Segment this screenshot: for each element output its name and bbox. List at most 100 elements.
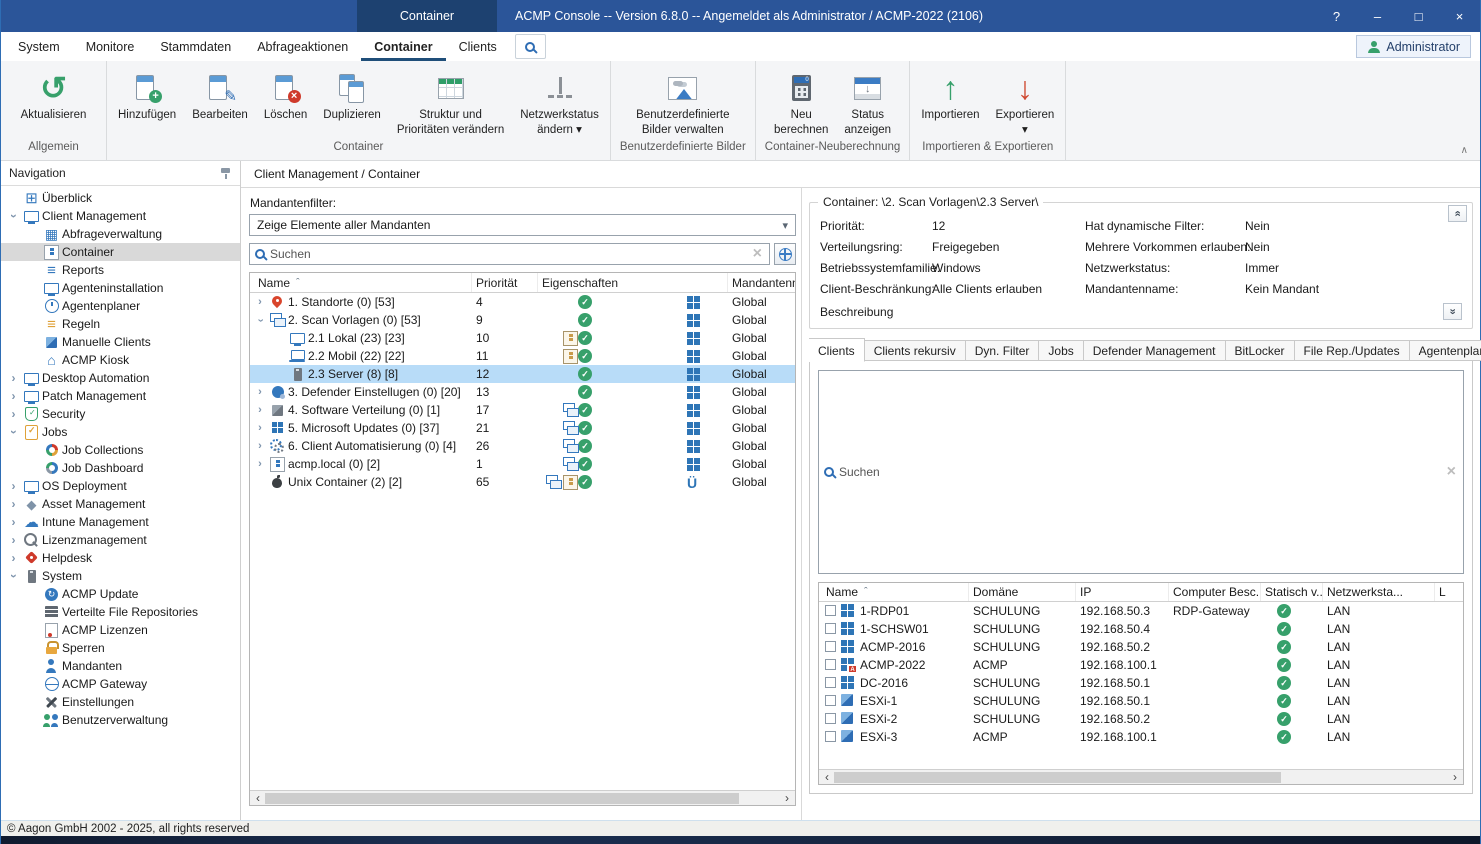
tab[interactable]: Clients [809, 338, 865, 362]
column-header-mandantenname[interactable]: Mandantenname [728, 273, 795, 292]
menu-item[interactable]: Clients [446, 32, 510, 61]
tab[interactable]: Jobs [1039, 340, 1083, 361]
sidebar-item[interactable]: ACMP Update [1, 585, 240, 603]
container-search-input[interactable] [270, 247, 751, 261]
sidebar-item[interactable]: Agenteninstallation [1, 279, 240, 297]
scrollbar-thumb[interactable] [265, 793, 739, 804]
column-header-name[interactable]: Name ˆ [819, 583, 969, 601]
sidebar-item[interactable]: ACMP Gateway [1, 675, 240, 693]
collapse-details-button[interactable]: « [1448, 205, 1467, 222]
expand-arrow-icon[interactable] [7, 570, 20, 582]
sidebar-item[interactable]: Intune Management [1, 513, 240, 531]
sidebar-item[interactable]: Reports [1, 261, 240, 279]
row-checkbox[interactable] [825, 677, 836, 688]
column-header-statisch-verwaltet[interactable]: Statisch v... [1261, 583, 1323, 601]
client-row[interactable]: A DC-2016 SCHULUNG 192.168.50.1 ✓ [819, 674, 1463, 692]
container-row[interactable]: 2.2 Mobil (22) [22] 11 ✓ [250, 347, 795, 365]
sidebar-item[interactable]: Abfrageverwaltung [1, 225, 240, 243]
row-checkbox[interactable] [825, 623, 836, 634]
pin-icon[interactable] [219, 167, 232, 180]
sidebar-item[interactable]: Benutzerverwaltung [1, 711, 240, 729]
sidebar-item[interactable]: Helpdesk [1, 549, 240, 567]
column-header-netzwerkstatus[interactable]: Netzwerksta... [1323, 583, 1435, 601]
tab[interactable]: Defender Management [1084, 340, 1226, 361]
tab[interactable]: BitLocker [1226, 340, 1295, 361]
ribbon-button[interactable]: Exportieren ▾ [988, 68, 1063, 138]
maximize-button[interactable]: □ [1398, 0, 1439, 32]
sidebar-item[interactable]: Client Management [1, 207, 240, 225]
sidebar-item[interactable]: Patch Management [1, 387, 240, 405]
container-row[interactable]: Unix Container (2) [2] 65 ✓ [250, 473, 795, 491]
tab[interactable]: Dyn. Filter [966, 340, 1040, 361]
scroll-left-icon[interactable]: ‹ [822, 771, 832, 783]
sidebar-item[interactable]: ACMP Lizenzen [1, 621, 240, 639]
tab[interactable]: File Rep./Updates [1295, 340, 1410, 361]
clients-search-input[interactable] [839, 465, 1445, 479]
container-row[interactable]: 5. Microsoft Updates (0) [37] 21 ✓ [250, 419, 795, 437]
expand-arrow-icon[interactable] [7, 426, 20, 438]
column-header-prioritaet[interactable]: Priorität [472, 273, 538, 292]
sidebar-item[interactable]: Lizenzmanagement [1, 531, 240, 549]
ribbon-collapse-chevron-icon[interactable]: ∧ [1461, 145, 1468, 156]
row-checkbox[interactable] [825, 713, 836, 724]
expand-arrow-icon[interactable] [7, 516, 20, 528]
container-row[interactable]: acmp.local (0) [2] 1 ✓ [250, 455, 795, 473]
expand-arrow-icon[interactable] [254, 441, 266, 452]
close-button[interactable]: × [1439, 0, 1480, 32]
sidebar-item[interactable]: Überblick [1, 189, 240, 207]
expand-arrow-icon[interactable] [254, 423, 266, 434]
sidebar-item[interactable]: Manuelle Clients [1, 333, 240, 351]
tab[interactable]: Agentenplaner [1410, 340, 1481, 361]
column-header-domaene[interactable]: Domäne [969, 583, 1076, 601]
row-checkbox[interactable] [825, 695, 836, 706]
expand-arrow-icon[interactable] [7, 408, 20, 420]
sidebar-item[interactable]: Job Collections [1, 441, 240, 459]
client-row[interactable]: A ESXi-2 SCHULUNG 192.168.50.2 ✓ [819, 710, 1463, 728]
sidebar-item[interactable]: Asset Management [1, 495, 240, 513]
expand-arrow-icon[interactable] [254, 315, 266, 326]
row-checkbox[interactable] [825, 731, 836, 742]
horizontal-scrollbar[interactable]: ‹ › [819, 769, 1463, 784]
clear-search-icon[interactable]: × [751, 246, 764, 262]
sidebar-item[interactable]: ACMP Kiosk [1, 351, 240, 369]
client-row[interactable]: A ACMP-2016 SCHULUNG 192.168.50.2 ✓ [819, 638, 1463, 656]
ribbon-button[interactable]: Benutzerdefinierte Bilder verwalten [628, 68, 737, 138]
scrollbar-thumb[interactable] [834, 772, 1281, 783]
sidebar-item[interactable]: Desktop Automation [1, 369, 240, 387]
menu-search-button[interactable] [515, 34, 546, 59]
sidebar-item[interactable]: System [1, 567, 240, 585]
global-search-button[interactable] [774, 243, 796, 265]
expand-arrow-icon[interactable] [254, 297, 266, 308]
client-row[interactable]: A ESXi-1 SCHULUNG 192.168.50.1 ✓ [819, 692, 1463, 710]
ribbon-button[interactable]: Bearbeiten [184, 68, 256, 123]
expand-description-button[interactable]: » [1443, 303, 1462, 320]
row-checkbox[interactable] [825, 641, 836, 652]
expand-arrow-icon[interactable] [254, 459, 266, 470]
expand-arrow-icon[interactable] [7, 390, 20, 402]
ribbon-button[interactable]: Duplizieren [315, 68, 389, 123]
ribbon-button[interactable]: Status anzeigen [836, 68, 899, 138]
menu-item[interactable]: Abfrageaktionen [244, 32, 361, 61]
expand-arrow-icon[interactable] [7, 498, 20, 510]
column-header-ip[interactable]: IP [1076, 583, 1169, 601]
menu-item[interactable]: Stammdaten [147, 32, 244, 61]
expand-arrow-icon[interactable] [7, 372, 20, 384]
ribbon-button[interactable]: Hinzufügen [110, 68, 184, 123]
ribbon-button[interactable]: Importieren [913, 68, 987, 123]
clear-search-icon[interactable]: × [1445, 464, 1458, 480]
column-header-computer-beschreibung[interactable]: Computer Besc... [1169, 583, 1261, 601]
sidebar-item[interactable]: Sperren [1, 639, 240, 657]
sidebar-item[interactable]: Verteilte File Repositories [1, 603, 240, 621]
minimize-button[interactable]: – [1357, 0, 1398, 32]
client-row[interactable]: A ACMP-2022 ACMP 192.168.100.1 ✓ [819, 656, 1463, 674]
expand-arrow-icon[interactable] [254, 387, 266, 398]
sidebar-item[interactable]: Container [1, 243, 240, 261]
column-header-eigenschaften[interactable]: Eigenschaften [538, 273, 728, 292]
expand-arrow-icon[interactable] [7, 480, 20, 492]
sidebar-item[interactable]: Regeln [1, 315, 240, 333]
administrator-button[interactable]: Administrator [1356, 35, 1471, 58]
ribbon-button[interactable]: Struktur und Prioritäten verändern [389, 68, 512, 138]
titlebar-container-tab[interactable]: Container [357, 0, 497, 32]
expand-arrow-icon[interactable] [7, 534, 20, 546]
menu-item[interactable]: Container [361, 32, 445, 61]
